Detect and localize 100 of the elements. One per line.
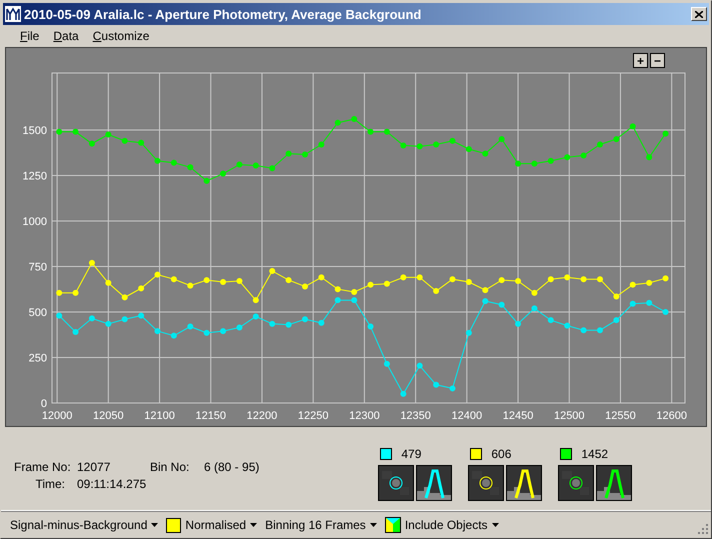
data-point — [204, 330, 210, 336]
data-point — [450, 385, 456, 392]
x-tick-label: 12100 — [144, 410, 175, 422]
data-point — [482, 150, 488, 157]
y-tick-label: 1500 — [22, 124, 47, 137]
profile-plot-drawing — [416, 465, 452, 501]
data-point — [433, 382, 440, 388]
objects-icon — [384, 517, 401, 533]
data-point — [613, 294, 620, 300]
data-point — [515, 160, 522, 167]
data-point — [613, 136, 620, 142]
zoom-out-button[interactable]: − — [650, 53, 665, 68]
data-point — [302, 152, 308, 158]
close-button[interactable] — [691, 7, 707, 21]
x-tick-label: 12350 — [400, 410, 431, 422]
data-point — [482, 298, 488, 304]
data-point — [433, 142, 440, 148]
data-point — [400, 142, 406, 148]
data-point — [580, 327, 587, 334]
data-point — [269, 268, 276, 274]
dropdown-button[interactable]: Normalised — [163, 514, 260, 536]
data-point — [531, 290, 538, 296]
time-value: 09:11:14.275 — [77, 477, 148, 491]
x-tick-label: 12050 — [93, 410, 124, 422]
dropdown-button[interactable]: Signal-minus-Background — [7, 514, 162, 536]
data-point — [334, 286, 341, 292]
data-point — [531, 160, 538, 167]
data-point — [368, 282, 374, 288]
data-point — [466, 146, 472, 152]
data-point — [318, 142, 324, 148]
data-point — [56, 290, 62, 296]
data-point — [286, 322, 292, 328]
data-point — [154, 272, 160, 278]
data-point — [646, 280, 652, 286]
data-point — [564, 322, 570, 329]
data-point — [138, 140, 144, 146]
y-tick-label: 1250 — [22, 170, 47, 182]
data-point — [466, 330, 472, 336]
x-tick-label: 12450 — [502, 410, 534, 422]
data-point — [351, 288, 358, 295]
data-point — [105, 132, 112, 138]
x-tick-label: 12250 — [298, 410, 328, 422]
data-point — [302, 316, 308, 322]
data-point — [498, 136, 505, 142]
data-point — [88, 140, 95, 147]
data-point — [302, 284, 308, 290]
data-point — [334, 297, 341, 304]
data-point — [351, 116, 358, 122]
data-point — [252, 297, 259, 304]
data-point — [236, 278, 242, 284]
object-label: 606 — [491, 447, 512, 461]
frame-label: Frame No: — [14, 460, 72, 474]
bin-value: 6 (80 - 95) — [204, 460, 260, 474]
resize-grip-icon[interactable] — [697, 523, 708, 534]
data-point — [56, 128, 62, 135]
caret-icon — [370, 523, 377, 527]
data-point — [368, 324, 374, 330]
x-tick-label: 12600 — [656, 410, 687, 422]
data-point — [334, 120, 341, 126]
data-point — [220, 170, 226, 177]
menu-item[interactable]: Data — [46, 29, 86, 43]
dropdown-button[interactable]: Binning 16 Frames — [262, 514, 380, 536]
data-point — [318, 320, 324, 326]
data-point — [187, 164, 194, 170]
data-point — [318, 274, 324, 280]
data-point — [187, 282, 194, 289]
zoom-in-button[interactable]: + — [633, 53, 648, 68]
x-tick-label: 12200 — [246, 410, 278, 422]
data-point — [269, 320, 276, 327]
data-point — [646, 154, 652, 160]
dropdown-button[interactable]: Include Objects — [382, 514, 502, 536]
data-point — [122, 294, 128, 300]
data-point — [416, 274, 423, 280]
y-tick-label: 250 — [28, 352, 47, 364]
x-tick-label: 12550 — [605, 410, 636, 422]
data-point — [515, 320, 522, 327]
data-point — [646, 300, 652, 306]
data-point — [351, 297, 358, 304]
profile-plot-drawing — [596, 465, 632, 501]
data-point — [482, 287, 488, 294]
menu-item[interactable]: Customize — [86, 29, 156, 43]
data-point — [286, 150, 292, 157]
data-point — [450, 138, 456, 144]
data-point — [564, 274, 570, 280]
data-point — [416, 143, 423, 150]
data-point — [548, 317, 554, 324]
data-point — [368, 128, 374, 135]
data-point — [72, 290, 79, 296]
data-point — [170, 160, 177, 166]
data-point — [220, 278, 226, 285]
x-tick-label: 12400 — [452, 410, 482, 422]
menu-item[interactable]: File — [13, 29, 46, 43]
y-tick-label: 750 — [28, 261, 47, 274]
data-point — [105, 280, 112, 286]
data-point — [56, 312, 62, 319]
x-tick-label: 12500 — [554, 410, 585, 422]
data-point — [466, 278, 472, 285]
close-icon — [695, 10, 703, 18]
data-point — [515, 278, 522, 284]
bin-label: Bin No: — [150, 460, 190, 474]
